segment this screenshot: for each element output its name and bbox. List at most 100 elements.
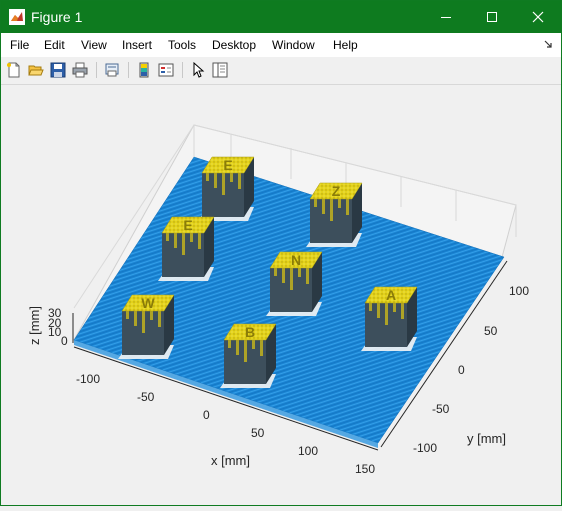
z-tick-label: 0	[61, 334, 68, 348]
colorbar-button[interactable]	[134, 60, 154, 80]
figure-canvas: EZENWBA 30 20 10 0 z [mm] -100 -50 0 50 …	[1, 85, 561, 506]
block-drip	[166, 233, 169, 241]
maximize-icon	[487, 12, 497, 22]
block-letter: A	[386, 287, 396, 303]
menu-view[interactable]: View	[81, 37, 107, 53]
block-drip	[274, 268, 277, 276]
print-preview-button[interactable]	[102, 60, 122, 80]
block-drip	[282, 268, 285, 283]
save-button[interactable]	[48, 60, 68, 80]
property-editor-icon	[212, 62, 228, 78]
block-drip	[252, 340, 255, 349]
pointer-button[interactable]	[188, 60, 208, 80]
menu-edit[interactable]: Edit	[44, 37, 65, 53]
block-drip	[306, 268, 309, 284]
toolbar-separator	[96, 62, 97, 78]
block-drip	[222, 173, 225, 195]
block-6: B	[220, 323, 277, 388]
y-axis-label: y [mm]	[467, 431, 506, 446]
print-button[interactable]	[70, 60, 90, 80]
block-letter: E	[183, 217, 192, 233]
x-tick-label: 0	[203, 408, 210, 422]
block-5: W	[118, 294, 175, 359]
matlab-icon	[9, 9, 25, 25]
toolbar-separator	[182, 62, 183, 78]
menu-desktop[interactable]: Desktop	[212, 37, 256, 53]
block-7: A	[361, 286, 418, 351]
block-drip	[236, 340, 239, 355]
block-drip	[182, 233, 185, 255]
minimize-icon	[441, 17, 451, 18]
y-tick-label: 100	[509, 284, 529, 298]
x-axis-label: x [mm]	[211, 453, 250, 468]
pointer-icon	[193, 62, 205, 78]
menu-bar: File Edit View Insert Tools Desktop Wind…	[1, 33, 561, 57]
block-drip	[228, 340, 231, 348]
block-drip	[401, 303, 404, 319]
x-tick-label: 100	[298, 444, 318, 458]
block-1: E	[198, 156, 255, 221]
open-file-button[interactable]	[26, 60, 46, 80]
close-button[interactable]	[515, 1, 561, 33]
property-editor-button[interactable]	[210, 60, 230, 80]
x-tick-label: 50	[251, 426, 265, 440]
new-figure-icon	[7, 62, 20, 78]
block-drip	[174, 233, 177, 248]
menu-insert[interactable]: Insert	[122, 37, 152, 53]
new-figure-button[interactable]	[4, 60, 24, 80]
3d-surface-plot[interactable]: EZENWBA 30 20 10 0 z [mm] -100 -50 0 50 …	[1, 85, 561, 506]
block-drip	[260, 340, 263, 356]
print-icon	[72, 62, 88, 78]
title-bar: Figure 1	[1, 1, 561, 33]
block-drip	[158, 311, 161, 327]
y-tick-label: 50	[484, 324, 498, 338]
minimize-button[interactable]	[423, 1, 469, 33]
legend-icon	[158, 63, 174, 77]
save-icon	[50, 62, 66, 78]
block-drip	[298, 268, 301, 277]
block-drip	[230, 173, 233, 182]
block-drip	[142, 311, 145, 333]
block-drip	[206, 173, 209, 181]
block-drip	[369, 303, 372, 311]
block-drip	[134, 311, 137, 326]
block-drip	[244, 340, 247, 362]
block-3: E	[158, 216, 215, 281]
menu-file[interactable]: File	[10, 37, 29, 53]
y-tick-label: -50	[432, 402, 450, 416]
block-letter: B	[245, 324, 255, 340]
colorbar-icon	[139, 62, 149, 78]
block-2: Z	[306, 182, 363, 247]
block-drip	[190, 233, 193, 242]
block-drip	[393, 303, 396, 312]
block-letter: E	[223, 157, 232, 173]
block-letter: N	[291, 252, 301, 268]
block-drip	[377, 303, 380, 318]
x-tick-label: 150	[355, 462, 375, 476]
block-drip	[330, 199, 333, 221]
block-letter: Z	[332, 183, 341, 199]
block-4: N	[266, 251, 323, 316]
maximize-button[interactable]	[469, 1, 515, 33]
y-tick-label: 0	[458, 363, 465, 377]
dock-arrow-icon[interactable]	[543, 39, 553, 49]
close-icon	[532, 11, 544, 23]
x-tick-label: -100	[76, 372, 100, 386]
legend-button[interactable]	[156, 60, 176, 80]
figure-window: Figure 1 File Edit View Insert Tools Des…	[0, 0, 562, 506]
block-drip	[346, 199, 349, 215]
x-tick-label: -50	[137, 390, 155, 404]
menu-tools[interactable]: Tools	[168, 37, 196, 53]
print-preview-icon	[105, 63, 119, 77]
block-letter: W	[141, 295, 155, 311]
block-drip	[322, 199, 325, 214]
menu-window[interactable]: Window	[272, 37, 315, 53]
menu-help[interactable]: Help	[333, 37, 358, 53]
block-drip	[126, 311, 129, 319]
block-drip	[385, 303, 388, 325]
block-drip	[214, 173, 217, 188]
toolbar-separator	[128, 62, 129, 78]
window-title: Figure 1	[31, 9, 83, 25]
block-drip	[238, 173, 241, 189]
block-drip	[290, 268, 293, 290]
